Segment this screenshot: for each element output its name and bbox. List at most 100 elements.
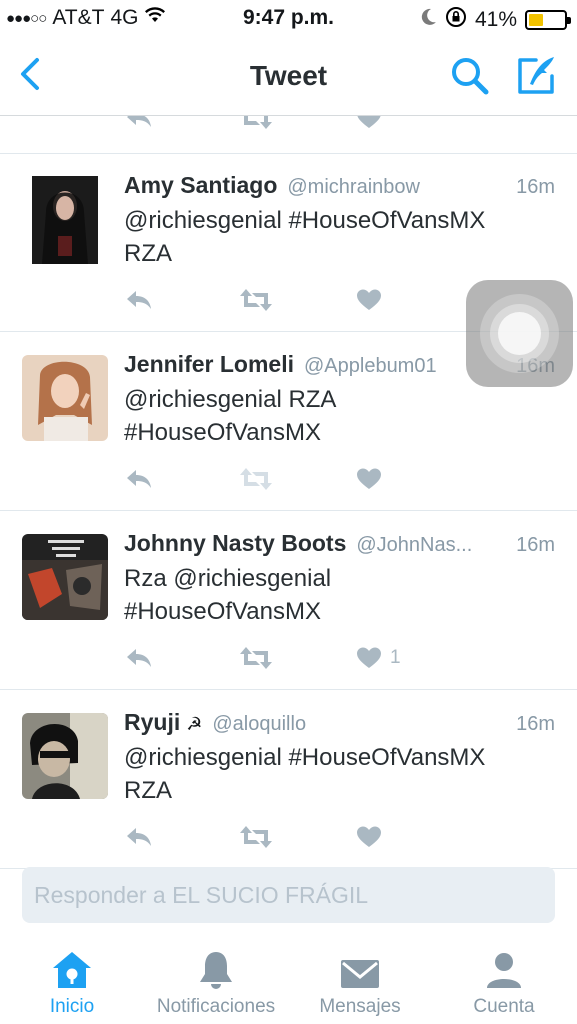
battery-percent: 41%: [474, 8, 517, 31]
retweet-button[interactable]: [238, 282, 278, 318]
battery-tip: [567, 17, 571, 24]
tweet-timestamp: 16m: [516, 176, 555, 198]
tweet-text-line: @richiesgenial #HouseOfVansMX: [124, 744, 486, 771]
hammer-sickle-icon: ☭: [186, 714, 203, 734]
like-count: 1: [390, 647, 401, 668]
tweet-author-handle[interactable]: @michrainbow: [287, 176, 506, 199]
tweet-text-line: #HouseOfVansMX: [124, 598, 321, 625]
tweet-author-name[interactable]: Johnny Nasty Boots: [124, 530, 346, 557]
tab-cuenta[interactable]: Cuenta: [466, 940, 542, 1024]
chevron-left-icon: [21, 58, 39, 90]
assistive-center: [498, 312, 541, 355]
tab-bar: Inicio Notificaciones Mensajes Cuenta: [0, 940, 577, 1024]
tweet-text: Rza @richiesgenial #HouseOfVansMX: [124, 562, 544, 628]
reply-input[interactable]: [22, 867, 555, 923]
reply-button[interactable]: [124, 640, 158, 676]
retweet-icon: [244, 116, 272, 129]
tweet-actions: [124, 116, 424, 136]
tweet-actions: [124, 282, 424, 318]
status-right: 41%: [421, 6, 571, 34]
tweet-actions: 1: [124, 640, 424, 676]
status-bar: ●●●○○ AT&T 4G 9:47 p.m. 41%: [0, 0, 577, 38]
heart-icon: [357, 826, 381, 847]
reply-icon: [127, 649, 151, 667]
tab-label: Cuenta: [473, 996, 535, 1017]
retweet-button[interactable]: [238, 819, 278, 855]
reply-button[interactable]: [124, 461, 158, 497]
tweet-text: @richiesgenial #HouseOfVansMX RZA: [124, 741, 544, 807]
person-icon: [485, 940, 523, 990]
tweet-text-line: RZA: [124, 777, 172, 804]
search-button[interactable]: [448, 54, 492, 98]
reply-box: [22, 867, 555, 923]
tweet-header: Ryuji ☭ @aloquillo 16m: [124, 709, 555, 739]
home-icon: [51, 940, 93, 990]
tab-mensajes[interactable]: Mensajes: [312, 940, 408, 1024]
assistive-touch-button[interactable]: [466, 280, 573, 387]
tweet-text-line: RZA: [124, 240, 172, 267]
tweet-text: @richiesgenial #HouseOfVansMX RZA: [124, 204, 544, 270]
retweet-button[interactable]: [238, 461, 278, 497]
tweet-header: Johnny Nasty Boots @JohnNas... 16m: [124, 530, 555, 560]
previous-tweet-actions: [0, 116, 577, 154]
retweet-icon: [240, 826, 272, 848]
retweet-icon: [240, 468, 272, 490]
like-button[interactable]: [356, 819, 416, 855]
like-button[interactable]: [356, 461, 416, 497]
tweet[interactable]: Johnny Nasty Boots @JohnNas... 16m Rza @…: [0, 512, 577, 690]
moon-icon: [421, 8, 437, 32]
heart-icon: [357, 289, 381, 310]
battery-level: [529, 14, 543, 26]
tweet-author-handle[interactable]: @aloquillo: [212, 713, 506, 736]
retweet-button[interactable]: [238, 640, 278, 676]
tab-label: Inicio: [49, 996, 95, 1017]
back-button[interactable]: [12, 52, 48, 96]
heart-icon: [357, 468, 381, 489]
avatar[interactable]: [32, 176, 98, 264]
tweet[interactable]: Ryuji ☭ @aloquillo 16m @richiesgenial #H…: [0, 691, 577, 869]
tweet-author-handle[interactable]: @JohnNas...: [356, 534, 506, 557]
like-button[interactable]: [356, 282, 416, 318]
tweet-actions: [124, 819, 424, 855]
reply-icon: [127, 470, 151, 488]
bell-icon: [198, 940, 234, 990]
avatar[interactable]: [22, 355, 108, 441]
avatar[interactable]: [22, 713, 108, 799]
tweet-text-line: @richiesgenial #HouseOfVansMX: [124, 207, 486, 234]
avatar[interactable]: [22, 534, 108, 620]
tab-label: Mensajes: [319, 996, 401, 1017]
tweet-header: Amy Santiago @michrainbow 16m: [124, 172, 555, 202]
tab-label: Notificaciones: [156, 996, 276, 1017]
heart-icon: [357, 647, 381, 668]
tweet-author-name[interactable]: Ryuji: [124, 709, 180, 736]
tweet-timestamp: 16m: [516, 534, 555, 556]
like-button[interactable]: [356, 116, 416, 136]
tweet-text-line: Rza @richiesgenial: [124, 565, 332, 592]
retweet-button[interactable]: [238, 116, 278, 136]
reply-icon: [127, 828, 151, 846]
tweet-timestamp: 16m: [516, 713, 555, 735]
retweet-icon: [240, 289, 272, 311]
battery-icon: [525, 10, 571, 30]
reply-button[interactable]: [124, 819, 158, 855]
tweet-text-line: @richiesgenial RZA: [124, 386, 337, 413]
tweet-text-line: #HouseOfVansMX: [124, 419, 321, 446]
tweet-actions: [124, 461, 424, 497]
reply-icon: [127, 291, 151, 309]
reply-button[interactable]: [124, 116, 158, 136]
like-button[interactable]: 1: [356, 640, 416, 676]
compose-icon: [518, 57, 554, 94]
heart-icon: [357, 116, 381, 128]
envelope-icon: [340, 940, 380, 990]
tweet-author-name[interactable]: Jennifer Lomeli: [124, 351, 294, 378]
tab-notificaciones[interactable]: Notificaciones: [146, 940, 286, 1024]
search-icon: [452, 58, 489, 95]
nav-bar: Tweet: [0, 38, 577, 116]
reply-icon: [127, 116, 151, 127]
rotation-lock-icon: [445, 6, 467, 34]
tweet-author-name[interactable]: Amy Santiago: [124, 172, 277, 199]
reply-button[interactable]: [124, 282, 158, 318]
tweet-text: @richiesgenial RZA #HouseOfVansMX: [124, 383, 544, 449]
compose-button[interactable]: [514, 54, 560, 98]
tab-inicio[interactable]: Inicio: [32, 940, 112, 1024]
